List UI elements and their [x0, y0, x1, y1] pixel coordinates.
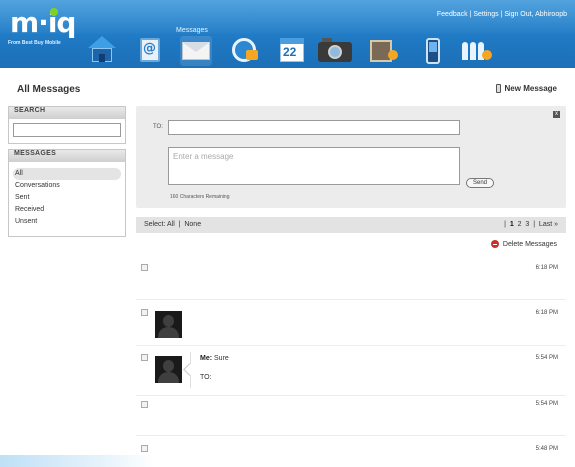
logo-tagline: From Best Buy Mobile	[8, 40, 61, 46]
to-field[interactable]	[168, 120, 460, 135]
page-title: All Messages	[17, 84, 81, 95]
delete-messages-button[interactable]: Delete Messages	[490, 240, 557, 248]
avatar	[155, 356, 182, 383]
pagination: | 1 2 3 | Last »	[504, 221, 558, 228]
select-none-link[interactable]: None	[184, 221, 201, 228]
calls-icon[interactable]	[228, 36, 260, 66]
top-links-text[interactable]: Feedback | Settings | Sign Out, Abhiroop…	[437, 11, 567, 18]
close-icon[interactable]: x	[553, 111, 560, 118]
app-header: m·iq From Best Buy Mobile Feedback | Set…	[0, 0, 575, 68]
message-textarea[interactable]: Enter a message	[168, 147, 460, 185]
avatar	[155, 311, 182, 338]
nav-active-label: Messages	[176, 27, 208, 34]
message-preview: Me: Sure	[200, 355, 229, 362]
select-label: Select:	[144, 221, 166, 228]
message-to-label: TO:	[200, 374, 212, 381]
list-item[interactable]: 6:18 PM	[136, 300, 566, 346]
camera-lens	[328, 45, 342, 59]
calendar-bar	[280, 38, 304, 44]
logo-text: m·iq	[10, 6, 76, 39]
person-1	[462, 42, 468, 60]
avatar-head	[163, 360, 174, 372]
new-message-label: New Message	[504, 84, 557, 93]
send-button[interactable]: Send	[466, 178, 494, 188]
calendar-number: 22	[283, 45, 297, 59]
page-link-1[interactable]: 1	[510, 221, 514, 228]
message-text: Sure	[214, 355, 229, 362]
photos-icon[interactable]	[316, 36, 354, 66]
select-all-link[interactable]: All	[167, 221, 175, 228]
list-item[interactable]: Me: Sure TO: 5:54 PM	[136, 346, 566, 396]
messages-panel: MESSAGES All Conversations Sent Received…	[8, 149, 126, 237]
compose-panel: x TO: Enter a message 160 Characters Rem…	[136, 106, 566, 208]
logo[interactable]: m·iq From Best Buy Mobile	[8, 6, 76, 48]
message-time: 5:54 PM	[535, 401, 558, 407]
message-time: 6:18 PM	[535, 310, 558, 316]
contacts-icon[interactable]: @	[134, 36, 166, 66]
calendar-icon[interactable]: 22	[276, 36, 308, 66]
calls-arrow	[246, 50, 258, 60]
phone-icon[interactable]	[418, 36, 450, 66]
delete-label: Delete Messages	[502, 240, 557, 248]
select-controls: Select: All | None	[144, 221, 201, 228]
page-link-last[interactable]: Last »	[539, 221, 558, 228]
pagination-separator-2: |	[533, 221, 536, 228]
messages-header: MESSAGES	[9, 150, 125, 162]
home-roof	[88, 36, 116, 48]
videos-icon[interactable]	[368, 36, 400, 66]
sidebar-item-all[interactable]: All	[13, 168, 121, 180]
row-checkbox[interactable]	[141, 401, 148, 408]
avatar-head	[163, 315, 174, 327]
list-item[interactable]: 5:54 PM	[136, 396, 566, 436]
delete-icon	[490, 240, 499, 248]
avatar-shoulders	[158, 327, 179, 338]
add-person-badge	[482, 50, 492, 60]
pagination-separator: |	[504, 221, 506, 228]
page-link-3[interactable]: 3	[525, 221, 529, 228]
row-checkbox[interactable]	[141, 354, 148, 361]
new-message-phone-icon	[495, 84, 501, 93]
sidebar-item-conversations[interactable]: Conversations	[13, 180, 121, 192]
chars-remaining: 160 Characters Remaining	[170, 194, 230, 200]
message-sender: Me:	[200, 355, 213, 362]
page-link-2[interactable]: 2	[518, 221, 522, 228]
footer-gradient	[0, 455, 155, 467]
home-icon[interactable]	[86, 36, 118, 66]
bubble-tick	[183, 363, 196, 376]
top-links[interactable]: Feedback | Settings | Sign Out, Abhiroop…	[437, 11, 567, 18]
messages-icon[interactable]	[180, 36, 212, 66]
list-item[interactable]: 5:48 PM	[136, 436, 566, 467]
phone-screen	[429, 42, 437, 52]
people-icon[interactable]	[460, 36, 492, 66]
video-play-badge	[388, 50, 398, 60]
home-door	[99, 54, 105, 62]
logo-dot	[50, 8, 58, 16]
search-header: SEARCH	[9, 107, 125, 119]
new-message-button[interactable]: New Message	[495, 84, 557, 93]
message-time: 6:18 PM	[535, 265, 558, 271]
row-checkbox[interactable]	[141, 309, 148, 316]
avatar-shoulders	[158, 372, 179, 383]
list-item[interactable]: 6:18 PM	[136, 256, 566, 300]
search-input[interactable]	[13, 123, 121, 137]
contacts-at-symbol: @	[143, 41, 156, 56]
message-time: 5:48 PM	[535, 446, 558, 452]
messages-envelope-flap	[182, 42, 210, 52]
select-separator: |	[178, 221, 181, 228]
sidebar-item-received[interactable]: Received	[13, 204, 121, 216]
row-checkbox[interactable]	[141, 264, 148, 271]
message-time: 5:54 PM	[535, 355, 558, 361]
search-panel: SEARCH	[8, 106, 126, 144]
person-2	[470, 42, 476, 60]
row-checkbox[interactable]	[141, 445, 148, 452]
sidebar-item-unsent[interactable]: Unsent	[13, 216, 121, 228]
select-bar: Select: All | None | 1 2 3 | Last »	[136, 217, 566, 233]
to-label: TO:	[153, 124, 163, 130]
sidebar-item-sent[interactable]: Sent	[13, 192, 121, 204]
